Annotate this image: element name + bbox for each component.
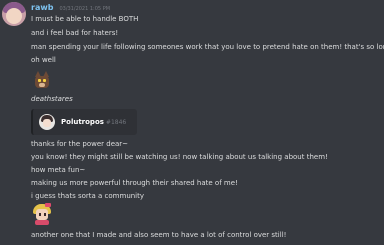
mention-tag: #1846 <box>105 118 127 126</box>
message-line: man spending your life following someone… <box>31 43 384 51</box>
user-avatar[interactable] <box>2 2 26 26</box>
message-line: and i feel bad for haters! <box>31 29 119 37</box>
timestamp: 03/31/2021 1:05 PM <box>59 6 111 12</box>
cat-sticker-icon[interactable] <box>31 68 53 90</box>
cat-belly <box>39 83 45 87</box>
mention-avatar[interactable] <box>39 114 55 130</box>
message-line: you know! they might still be watching u… <box>31 153 328 161</box>
girl-shirt <box>35 220 49 225</box>
message-line: i guess thats sorta a community <box>31 192 145 200</box>
avatar-face <box>6 8 22 24</box>
sticker-caption: deathstares <box>31 95 73 103</box>
chat-message: rawb 03/31/2021 1:05 PM I must be able t… <box>0 0 384 245</box>
message-line: I must be able to handle BOTH <box>31 15 139 23</box>
girl-eye-right <box>44 213 46 216</box>
cat-eye-right <box>43 79 46 82</box>
message-line: oh well <box>31 56 56 64</box>
message-line: another one that I made and also seem to… <box>31 231 287 239</box>
user-mention-card[interactable]: Polutropos #1846 <box>31 109 137 135</box>
message-line: making us more powerful through their sh… <box>31 179 238 187</box>
cat-eye-left <box>38 79 41 82</box>
mention-username[interactable]: Polutropos <box>61 118 104 126</box>
girl-eye-left <box>39 213 41 216</box>
message-line: how meta fun~ <box>31 166 86 174</box>
mention-avatar-face <box>43 119 51 127</box>
girl-sticker-icon[interactable] <box>31 203 53 225</box>
message-header: rawb 03/31/2021 1:05 PM <box>31 3 110 15</box>
message-line: thanks for the power dear~ <box>31 140 129 148</box>
girl-bow <box>45 203 51 207</box>
girl-face <box>36 209 48 220</box>
username[interactable]: rawb <box>31 3 53 12</box>
